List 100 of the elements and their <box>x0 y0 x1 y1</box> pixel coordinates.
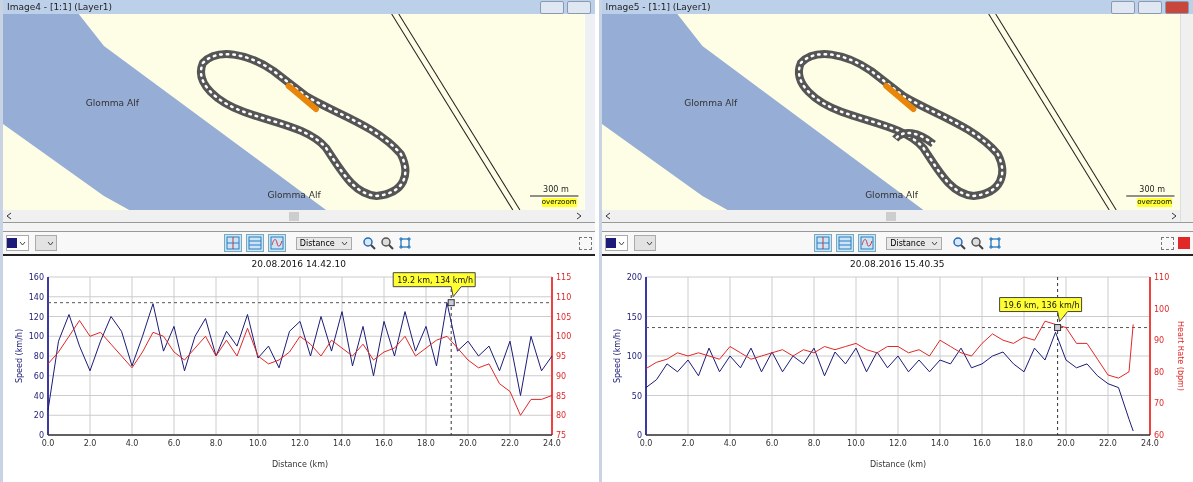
axis-tick-label: 20 <box>33 411 44 421</box>
axis-dropdown[interactable]: Distance <box>886 236 943 250</box>
scroll-right-icon[interactable] <box>575 212 582 220</box>
selection-icon[interactable] <box>578 236 592 250</box>
axis-tick-label: 80 <box>555 411 566 421</box>
maximize-icon[interactable] <box>566 0 591 14</box>
axis-tick-label: 0 <box>38 431 44 440</box>
caret-icon[interactable] <box>19 240 26 246</box>
zoom-in-icon[interactable] <box>952 236 967 250</box>
axis-tick-label: 4.0 <box>125 439 139 448</box>
horizontal-scrollbar[interactable] <box>3 210 585 222</box>
axis-tick-label: 50 <box>632 391 643 401</box>
caret-icon[interactable] <box>340 240 348 246</box>
vertical-scrollbar[interactable] <box>1180 14 1193 222</box>
axis-tick-label: 8.0 <box>807 439 821 448</box>
caret-icon[interactable] <box>931 240 939 246</box>
caret-icon[interactable] <box>645 240 653 246</box>
bands-icon[interactable] <box>836 234 855 252</box>
axis-tick-label: 100 <box>555 332 572 342</box>
axis-tick-label: 0 <box>637 431 643 440</box>
window-title: Image5 - [1:1] (Layer1) <box>605 2 711 12</box>
axis-tick-label: 8.0 <box>209 439 223 448</box>
highlighted-segment <box>285 83 319 112</box>
axis-tick-label: 20.0 <box>1057 439 1076 448</box>
close-icon[interactable] <box>1165 0 1189 14</box>
zoom-out-icon[interactable] <box>970 236 985 250</box>
axis-dropdown[interactable]: Distance <box>295 236 352 250</box>
y-axis-title: Heart Rate (bpm) <box>1176 321 1185 391</box>
fit-icon[interactable] <box>397 236 412 250</box>
axis-tick-label: 120 <box>28 312 44 322</box>
curve-icon[interactable] <box>267 234 286 252</box>
minimize-icon[interactable] <box>1111 0 1135 14</box>
color-dropdown[interactable] <box>604 235 628 251</box>
axis-tick-label: 24.0 <box>1141 439 1160 448</box>
chart-title: 20.08.2016 14.42.10 <box>251 258 346 271</box>
annotation: 19.2 km, 134 km/h <box>396 275 473 285</box>
zoom-out-icon[interactable] <box>379 236 394 250</box>
axis-tick-label: 110 <box>1154 273 1170 282</box>
y-axis-title: Speed (km/h) <box>613 328 623 384</box>
axis-tick-label: 6.0 <box>765 439 779 448</box>
scroll-thumb[interactable] <box>288 211 299 221</box>
axis-tick-label: 100 <box>28 332 44 342</box>
axis-tick-label: 2.0 <box>681 439 695 448</box>
axis-tick-label: 12.0 <box>290 439 309 448</box>
axis-tick-label: 6.0 <box>167 439 181 448</box>
axis-tick-label: 60 <box>33 371 44 381</box>
axis-tick-label: 18.0 <box>416 439 435 448</box>
curve-icon[interactable] <box>858 234 877 252</box>
scroll-left-icon[interactable] <box>6 212 12 220</box>
color-swatch[interactable] <box>1178 237 1190 249</box>
axis-tick-label: 14.0 <box>931 439 950 448</box>
axis-tick-label: 22.0 <box>1099 439 1118 448</box>
axis-tick-label: 80 <box>33 352 44 361</box>
axis-tick-label: 12.0 <box>889 439 908 448</box>
axis-tick-label: 115 <box>555 273 572 282</box>
y-axis-title: Speed (km/h) <box>14 328 24 384</box>
fit-icon[interactable] <box>988 236 1003 250</box>
axis-tick-label: 200 <box>626 273 643 282</box>
chart-title: 20.08.2016 15.40.35 <box>850 258 945 271</box>
crosshair-icon[interactable] <box>223 234 242 252</box>
axis-tick-label: 22.0 <box>500 439 519 448</box>
axis-tick-label: 16.0 <box>374 439 393 448</box>
crosshair-icon[interactable] <box>814 234 833 252</box>
axis-tick-label: 2.0 <box>83 439 97 448</box>
axis-tick-label: 18.0 <box>1015 439 1034 448</box>
window-title: Image4 - [1:1] (Layer1) <box>7 2 113 12</box>
marker-point <box>1054 324 1062 332</box>
scale-bar <box>1125 195 1175 197</box>
scroll-thumb[interactable] <box>885 211 896 221</box>
axis-tick-label: 95 <box>555 352 566 361</box>
caret-icon[interactable] <box>47 240 54 246</box>
caret-icon[interactable] <box>617 240 625 246</box>
axis-tick-label: 20.0 <box>458 439 477 448</box>
axis-tick-label: 14.0 <box>332 439 351 448</box>
axis-tick-label: 150 <box>626 312 643 322</box>
map-label: Glomma Alf <box>85 98 139 108</box>
axis-tick-label: 0.0 <box>41 439 55 448</box>
tooltip: 19.2 km, 134 km/h <box>392 272 476 298</box>
axis-tick-label: 75 <box>555 431 566 440</box>
map-label: Glomma Alf <box>683 98 737 108</box>
bands-icon[interactable] <box>245 234 264 252</box>
axis-tick-label: 110 <box>555 292 572 302</box>
axis-tick-label: 10.0 <box>847 439 866 448</box>
axis-tick-label: 100 <box>626 352 643 361</box>
color-dropdown[interactable] <box>6 235 29 251</box>
maximize-icon[interactable] <box>1138 0 1162 14</box>
highlighted-segment <box>882 83 916 112</box>
axis-tick-label: 4.0 <box>723 439 737 448</box>
selection-icon[interactable] <box>1161 236 1174 250</box>
horizontal-scrollbar[interactable] <box>601 210 1180 222</box>
axis-tick-label: 140 <box>28 292 44 302</box>
axis-tick-label: 16.0 <box>973 439 992 448</box>
axis-tick-label: 24.0 <box>542 439 561 448</box>
axis-tick-label: 10.0 <box>248 439 267 448</box>
zoom-in-icon[interactable] <box>361 236 376 250</box>
scroll-right-icon[interactable] <box>1171 212 1177 220</box>
marker-point <box>447 299 455 307</box>
scroll-left-icon[interactable] <box>604 212 611 220</box>
x-axis-title: Distance (km) <box>271 460 328 469</box>
minimize-icon[interactable] <box>539 0 564 14</box>
